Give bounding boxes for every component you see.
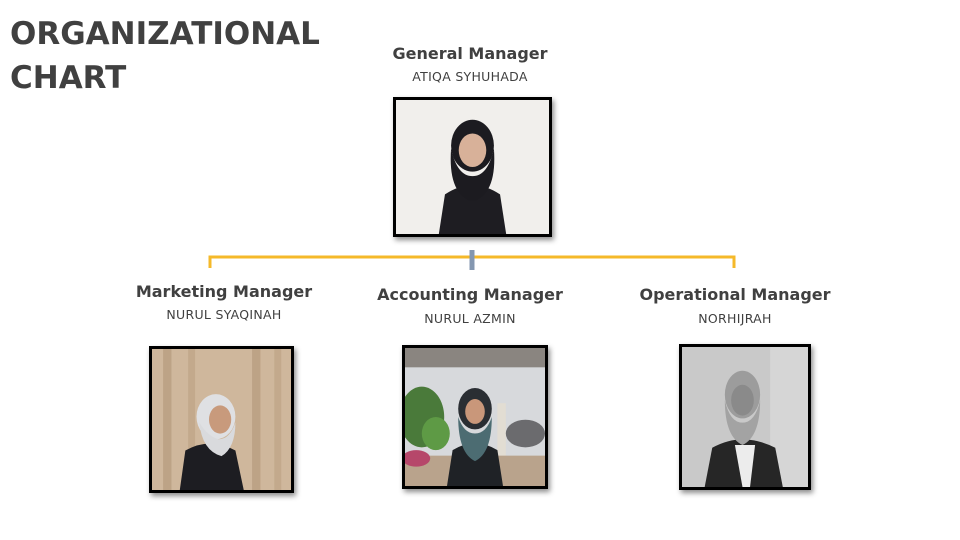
marketing-manager-photo [149,346,294,493]
operational-manager-photo [679,344,811,490]
accounting-manager-name: NURUL AZMIN [424,311,516,326]
accounting-manager-photo [402,345,548,489]
accounting-manager-role: Accounting Manager [377,285,563,304]
marketing-manager-name: NURUL SYAQINAH [166,307,282,322]
general-manager-name: ATIQA SYHUHADA [412,69,528,84]
marketing-manager-role: Marketing Manager [135,282,313,301]
operational-manager-name: NORHIJRAH [698,311,772,326]
general-manager-role: General Manager [392,44,548,63]
general-manager-photo [393,97,552,237]
operational-manager-role: Operational Manager [639,285,831,304]
